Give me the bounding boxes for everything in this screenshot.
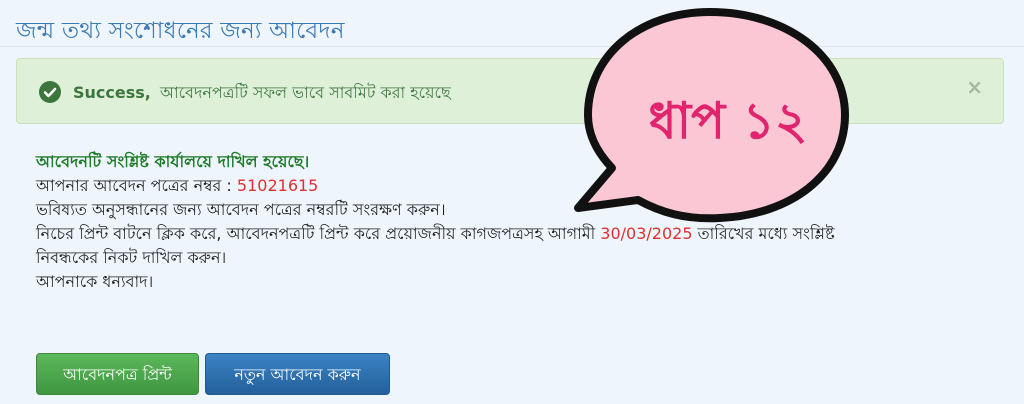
application-number: 51021615 bbox=[236, 176, 319, 195]
alert-text: Success, আবেদনপত্রটি সফল ভাবে সাবমিট করা… bbox=[73, 80, 451, 107]
alert-strong: Success, bbox=[73, 83, 151, 102]
new-application-button[interactable]: নতুন আবেদন করুন bbox=[205, 353, 390, 395]
instruction-before: নিচের প্রিন্ট বাটনে ক্লিক করে, আবেদনপত্র… bbox=[36, 224, 596, 243]
print-application-button[interactable]: আবেদনপত্র প্রিন্ট bbox=[36, 353, 199, 395]
step-label: ধাপ ১২ bbox=[648, 92, 808, 150]
thanks-text: আপনাকে ধন্যবাদ। bbox=[36, 272, 154, 291]
check-circle-icon bbox=[39, 81, 61, 103]
alert-message: আবেদনপত্রটি সফল ভাবে সাবমিট করা হয়েছে bbox=[159, 83, 451, 102]
application-number-label: আপনার আবেদন পত্রের নম্বর : bbox=[36, 176, 232, 195]
close-icon[interactable]: × bbox=[966, 75, 983, 99]
instruction-line-2: নিবন্ধকের নিকট দাখিল করুন। bbox=[36, 248, 227, 267]
title-divider bbox=[0, 46, 1024, 47]
